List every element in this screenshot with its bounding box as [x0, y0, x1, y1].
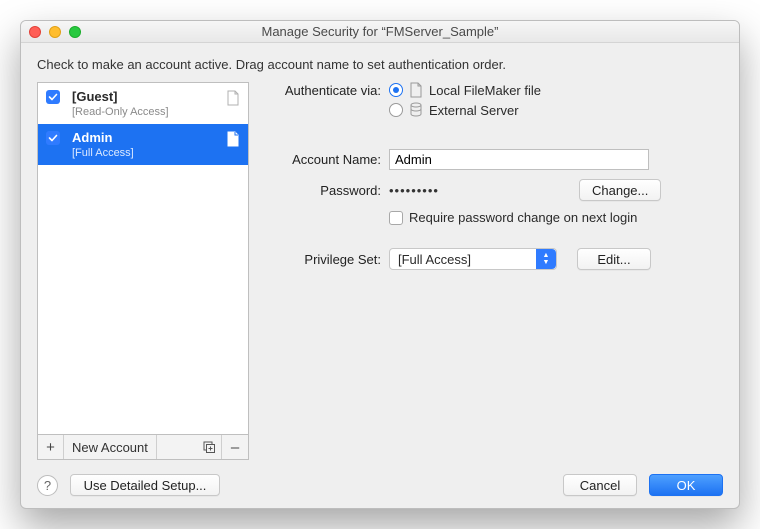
privilege-set-label: Privilege Set:	[269, 252, 389, 267]
account-privilege: [Full Access]	[72, 147, 240, 159]
authenticate-label: Authenticate via:	[269, 82, 389, 98]
instruction-text: Check to make an account active. Drag ac…	[37, 57, 723, 72]
window-title: Manage Security for “FMServer_Sample”	[21, 24, 739, 39]
active-checkbox[interactable]	[46, 131, 60, 145]
accounts-list[interactable]: [Guest] [Read-Only Access] Admin [Full A…	[37, 82, 249, 434]
require-change-label: Require password change on next login	[409, 210, 637, 225]
account-row-admin[interactable]: Admin [Full Access]	[38, 124, 248, 165]
account-privilege: [Read-Only Access]	[72, 106, 240, 118]
select-arrows-icon: ▲▼	[536, 249, 556, 269]
database-icon	[409, 102, 423, 118]
account-form: Authenticate via: Local FileMaker file	[263, 82, 723, 460]
duplicate-account-button[interactable]	[196, 435, 222, 459]
active-checkbox[interactable]	[46, 90, 60, 104]
cancel-button[interactable]: Cancel	[563, 474, 637, 496]
security-window: Manage Security for “FMServer_Sample” Ch…	[20, 20, 740, 509]
change-password-button[interactable]: Change...	[579, 179, 661, 201]
new-account-label[interactable]: New Account	[64, 435, 157, 459]
close-icon[interactable]	[29, 26, 41, 38]
dialog-footer: ? Use Detailed Setup... Cancel OK	[37, 474, 723, 496]
password-field: •••••••••	[389, 180, 579, 201]
remove-account-button[interactable]: –	[222, 435, 248, 459]
zoom-icon[interactable]	[69, 26, 81, 38]
file-icon	[409, 82, 423, 98]
window-controls	[29, 26, 81, 38]
account-name-label: Account Name:	[269, 152, 389, 167]
file-icon	[226, 90, 240, 106]
accounts-sidebar: [Guest] [Read-Only Access] Admin [Full A…	[37, 82, 249, 460]
auth-external-label: External Server	[429, 103, 519, 118]
account-row-guest[interactable]: [Guest] [Read-Only Access]	[38, 83, 248, 124]
auth-local-label: Local FileMaker file	[429, 83, 541, 98]
privilege-set-select[interactable]: [Full Access] ▲▼	[389, 248, 557, 270]
auth-external-radio[interactable]	[389, 103, 403, 117]
detailed-setup-button[interactable]: Use Detailed Setup...	[70, 474, 220, 496]
auth-local-radio[interactable]	[389, 83, 403, 97]
account-name: Admin	[72, 130, 240, 145]
account-name: [Guest]	[72, 89, 240, 104]
privilege-set-value: [Full Access]	[398, 252, 471, 267]
content-area: Check to make an account active. Drag ac…	[21, 43, 739, 508]
add-account-button[interactable]: +	[38, 435, 64, 459]
account-name-input[interactable]	[389, 149, 649, 170]
password-label: Password:	[269, 183, 389, 198]
ok-button[interactable]: OK	[649, 474, 723, 496]
titlebar: Manage Security for “FMServer_Sample”	[21, 21, 739, 43]
help-button[interactable]: ?	[37, 475, 58, 496]
edit-privilege-button[interactable]: Edit...	[577, 248, 651, 270]
accounts-toolbar: + New Account –	[37, 434, 249, 460]
file-icon	[226, 131, 240, 147]
require-change-checkbox[interactable]	[389, 211, 403, 225]
minimize-icon[interactable]	[49, 26, 61, 38]
